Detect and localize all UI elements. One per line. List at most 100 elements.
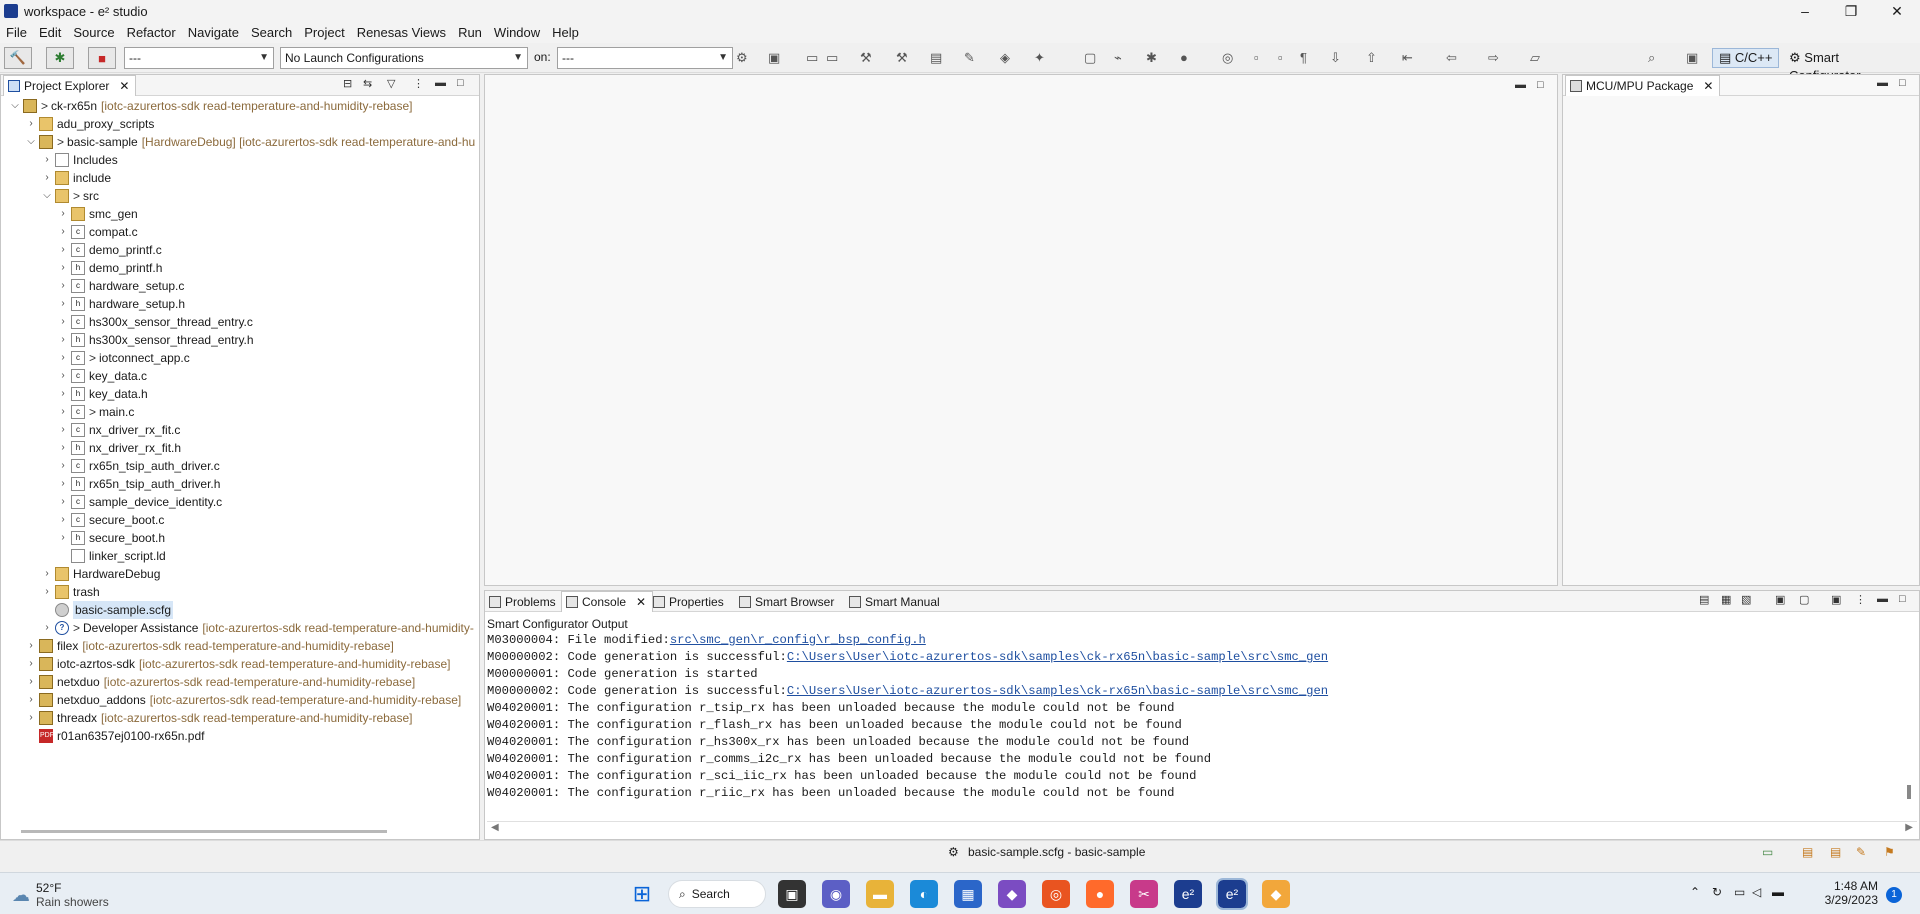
chevron-right-icon[interactable]: › xyxy=(57,313,69,331)
build-config-icon[interactable]: ⚒ xyxy=(860,50,872,66)
tree-item[interactable]: › h key_data.h xyxy=(57,385,148,403)
tree-item[interactable]: › h demo_printf.h xyxy=(57,259,162,277)
new-icon[interactable]: ▣ xyxy=(768,50,780,66)
visual-studio-icon[interactable]: ◆ xyxy=(998,880,1026,908)
chevron-right-icon[interactable]: › xyxy=(25,655,37,673)
menu-source[interactable]: Source xyxy=(67,25,120,40)
maximize-view-icon[interactable]: □ xyxy=(1899,77,1906,89)
tree-item[interactable]: › c sample_device_identity.c xyxy=(57,493,222,511)
menu-renesas-views[interactable]: Renesas Views xyxy=(351,25,452,40)
connect-icon[interactable]: ⌁ xyxy=(1114,50,1122,66)
chevron-down-icon[interactable]: ⌵ xyxy=(9,97,21,115)
chevron-right-icon[interactable]: › xyxy=(57,439,69,457)
minimize-view-icon[interactable]: ▬ xyxy=(1877,77,1888,89)
maximize-view-icon[interactable]: □ xyxy=(1537,79,1544,91)
chevron-right-icon[interactable]: › xyxy=(41,169,53,187)
close-button[interactable]: ✕ xyxy=(1874,0,1920,22)
build-hammer-button[interactable]: 🔨 xyxy=(4,47,32,69)
tree-item[interactable]: ›? > Developer Assistance [iotc-azurertos-s… xyxy=(41,619,474,637)
link-editor-icon[interactable]: ⇆ xyxy=(363,77,372,90)
clear-console-icon[interactable]: ▤ xyxy=(1699,593,1709,606)
debug-bug-icon[interactable]: ✱ xyxy=(1146,50,1157,66)
console-output[interactable]: M03000004: File modified:src\smc_gen\r_c… xyxy=(485,633,1905,803)
menu-refactor[interactable]: Refactor xyxy=(121,25,182,40)
ubuntu-icon[interactable]: ◎ xyxy=(1042,880,1070,908)
show-whitespace-icon[interactable]: ¶ xyxy=(1300,50,1307,65)
open-perspective-icon[interactable]: ▣ xyxy=(1686,50,1698,66)
tree-item[interactable]: › h nx_driver_rx_fit.h xyxy=(57,439,181,457)
clock[interactable]: 1:48 AM 3/29/2023 xyxy=(1808,879,1878,907)
chevron-right-icon[interactable]: › xyxy=(57,511,69,529)
menu-help[interactable]: Help xyxy=(546,25,585,40)
tree-item[interactable]: basic-sample.scfg xyxy=(41,601,174,619)
tab-smart-browser[interactable]: Smart Browser xyxy=(735,591,840,612)
gear-icon[interactable]: ⚙ xyxy=(736,50,748,66)
notification-badge[interactable]: 1 xyxy=(1886,887,1902,903)
tree-item[interactable]: › c secure_boot.c xyxy=(57,511,164,529)
tab-smart-manual[interactable]: Smart Manual xyxy=(845,591,946,612)
chevron-right-icon[interactable]: › xyxy=(57,493,69,511)
menu-search[interactable]: Search xyxy=(245,25,298,40)
run-icon[interactable]: ● xyxy=(1180,50,1188,65)
tree-item[interactable]: › c key_data.c xyxy=(57,367,147,385)
chevron-down-icon[interactable]: ⌵ xyxy=(41,187,53,205)
tree-item[interactable]: ⌵ > basic-sample [HardwareDebug] [iotc-azur… xyxy=(25,133,475,151)
filter-icon[interactable]: ▽ xyxy=(387,77,395,90)
chevron-right-icon[interactable]: › xyxy=(41,583,53,601)
task-view-icon[interactable]: ▣ xyxy=(778,880,806,908)
word-wrap-icon[interactable]: ▧ xyxy=(1741,593,1751,606)
chevron-right-icon[interactable]: › xyxy=(57,205,69,223)
chevron-right-icon[interactable]: › xyxy=(41,151,53,169)
tree-item[interactable]: › c hardware_setup.c xyxy=(57,277,184,295)
launch-config-combo[interactable]: No Launch Configurations ▼ xyxy=(280,47,528,69)
chevron-right-icon[interactable]: › xyxy=(57,403,69,421)
search-tool-icon[interactable]: ✦ xyxy=(1034,50,1045,66)
search-icon[interactable]: ⌕ xyxy=(1648,50,1655,66)
tree-item[interactable]: › HardwareDebug xyxy=(41,565,160,583)
forward-icon[interactable]: ⇨ xyxy=(1488,50,1499,66)
menu-navigate[interactable]: Navigate xyxy=(182,25,245,40)
tree-item[interactable]: › netxduo [iotc-azurertos-sdk read-tempera… xyxy=(25,673,415,691)
horizontal-scrollbar[interactable] xyxy=(21,830,387,833)
external-tools-icon[interactable]: ◎ xyxy=(1222,50,1233,66)
tree-item[interactable]: › h hardware_setup.h xyxy=(57,295,185,313)
minimize-view-icon[interactable]: ▬ xyxy=(1877,593,1888,605)
scroll-lock-icon[interactable]: ▦ xyxy=(1721,593,1731,606)
chevron-right-icon[interactable]: › xyxy=(57,475,69,493)
chevron-up-icon[interactable]: ⌃ xyxy=(1690,885,1700,899)
chevron-right-icon[interactable]: › xyxy=(57,277,69,295)
tab-properties[interactable]: Properties xyxy=(649,591,730,612)
tree-item[interactable]: › Includes xyxy=(41,151,118,169)
perspective-cpp[interactable]: ▤ C/C++ xyxy=(1712,48,1780,68)
close-icon[interactable]: ✕ xyxy=(119,76,129,96)
tree-item[interactable]: › trash xyxy=(41,583,100,601)
launch-target-combo[interactable]: --- ▼ xyxy=(557,47,733,69)
pin-editor-icon[interactable]: ▱ xyxy=(1530,50,1540,66)
tree-item[interactable]: › adu_proxy_scripts xyxy=(25,115,154,133)
horizontal-scrollbar[interactable]: ◀ ▶ xyxy=(487,821,1917,835)
chevron-right-icon[interactable]: › xyxy=(57,259,69,277)
chevron-right-icon[interactable]: › xyxy=(57,241,69,259)
block-select-icon[interactable]: ▫ xyxy=(1278,50,1283,65)
open-console-icon[interactable]: ▣ xyxy=(1831,593,1841,606)
chevron-right-icon[interactable]: › xyxy=(41,619,53,637)
view-menu-icon[interactable]: ⋮ xyxy=(413,77,424,90)
tree-item[interactable]: linker_script.ld xyxy=(57,547,166,565)
tree-item[interactable]: › c demo_printf.c xyxy=(57,241,162,259)
tree-item[interactable]: › include xyxy=(41,169,111,187)
maximize-button[interactable]: ❐ xyxy=(1828,0,1874,22)
chevron-right-icon[interactable]: › xyxy=(57,385,69,403)
tree-item[interactable]: › iotc-azrtos-sdk [iotc-azurertos-sdk read… xyxy=(25,655,451,673)
minimize-view-icon[interactable]: ▬ xyxy=(1515,79,1526,91)
chevron-right-icon[interactable]: › xyxy=(57,457,69,475)
edge-icon[interactable]: ◐ xyxy=(910,880,938,908)
chevron-down-icon[interactable]: ⌵ xyxy=(25,133,37,151)
stop-button[interactable]: ■ xyxy=(88,47,116,69)
battery-icon[interactable]: ▬ xyxy=(1772,885,1784,899)
status-icon-5[interactable]: ⚑ xyxy=(1884,845,1895,859)
status-icon-3[interactable]: ▤ xyxy=(1830,845,1841,859)
file-explorer-icon[interactable]: ▬ xyxy=(866,880,894,908)
last-edit-icon[interactable]: ⇤ xyxy=(1402,50,1413,66)
menu-run[interactable]: Run xyxy=(452,25,488,40)
console-path-link[interactable]: C:\Users\User\iotc-azurertos-sdk\samples… xyxy=(787,684,1328,698)
